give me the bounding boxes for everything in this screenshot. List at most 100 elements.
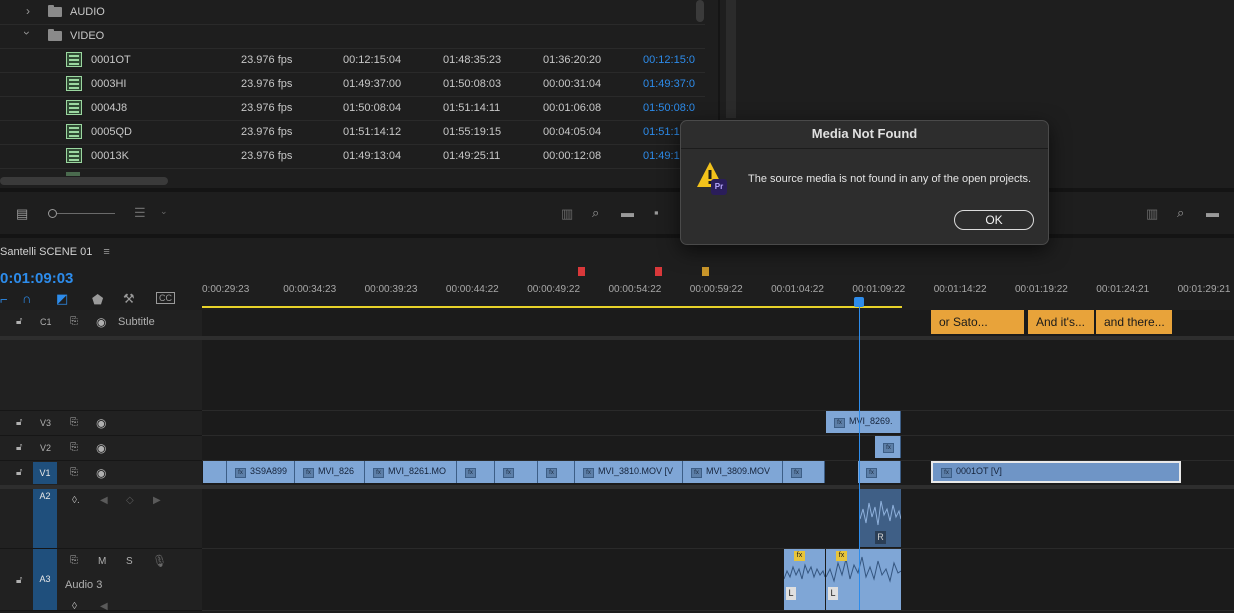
eye-icon[interactable]: ◉: [96, 441, 106, 455]
sync-lock-icon[interactable]: ⎘: [70, 316, 78, 327]
track-area-v3[interactable]: [202, 411, 1234, 436]
sync-lock-icon[interactable]: ⎘: [70, 467, 78, 478]
lock-icon[interactable]: 🔓︎: [16, 467, 22, 478]
offline-video-clip[interactable]: fx 0001OT [V]: [931, 461, 1181, 483]
solo-button[interactable]: S: [126, 556, 133, 567]
video-clip[interactable]: fx MVI_3809.MOV: [683, 461, 783, 483]
video-clip[interactable]: fx MVI_8261.MO: [365, 461, 457, 483]
video-clip[interactable]: fx MVI_3810.MOV [V: [575, 461, 683, 483]
zoom-slider-handle[interactable]: [48, 209, 57, 218]
eye-icon[interactable]: ◉: [96, 315, 106, 329]
eye-icon[interactable]: ◉: [96, 416, 106, 430]
captions-icon[interactable]: CC: [156, 292, 175, 304]
track-label[interactable]: A2: [33, 489, 57, 548]
track-label[interactable]: C1: [40, 317, 52, 327]
video-clip[interactable]: fx: [495, 461, 538, 483]
lock-icon[interactable]: 🔓︎: [16, 442, 22, 453]
horizontal-scrollbar[interactable]: [0, 177, 168, 185]
add-marker-icon[interactable]: ⬟: [92, 292, 103, 308]
video-clip[interactable]: fx MVI_826: [295, 461, 365, 483]
track-label[interactable]: A3: [33, 549, 57, 610]
sync-lock-icon[interactable]: ⎘: [70, 555, 78, 566]
snap-magnet-icon[interactable]: ∩: [22, 291, 31, 306]
video-clip[interactable]: fx 3S9A899: [227, 461, 295, 483]
search-icon[interactable]: ⌕: [592, 205, 599, 221]
list-item[interactable]: 0003HI 23.976 fps 01:49:37:00 01:50:08:0…: [0, 72, 705, 97]
sync-lock-icon[interactable]: ⎘: [70, 442, 78, 453]
track-area-a3[interactable]: [202, 549, 1234, 611]
mute-button[interactable]: M: [98, 556, 106, 567]
fx-badge-icon: fx: [691, 468, 702, 478]
list-item[interactable]: 0004J8 23.976 fps 01:50:08:04 01:51:14:1…: [0, 96, 705, 121]
audio-clip[interactable]: fx L: [825, 549, 902, 610]
vertical-scrollbar[interactable]: [696, 0, 704, 22]
video-clip[interactable]: fx: [457, 461, 495, 483]
list-item[interactable]: 00013K 23.976 fps 01:49:13:04 01:49:25:1…: [0, 144, 705, 169]
sequence-marker[interactable]: [702, 267, 709, 276]
next-keyframe-icon[interactable]: ▶: [153, 495, 161, 506]
linked-selection-icon[interactable]: ◩: [56, 291, 68, 307]
eye-icon[interactable]: ◉: [96, 466, 106, 480]
vertical-scrollbar[interactable]: [726, 0, 736, 118]
bin-icon[interactable]: ▥: [1146, 206, 1158, 222]
playhead-line[interactable]: [859, 306, 860, 610]
new-item-icon[interactable]: ▪: [654, 205, 659, 220]
video-clip[interactable]: fx: [783, 461, 825, 483]
lock-icon[interactable]: 🔓︎: [16, 417, 22, 428]
video-clip[interactable]: fx: [875, 436, 901, 458]
wrench-icon[interactable]: ⚒: [123, 291, 135, 307]
keyframe-icon[interactable]: ◊: [72, 601, 77, 612]
prev-keyframe-icon[interactable]: ◀: [100, 495, 108, 506]
track-label[interactable]: V2: [40, 443, 51, 453]
work-area-bar[interactable]: [202, 306, 902, 308]
new-bin-icon[interactable]: ▬: [621, 205, 634, 220]
audio-clip[interactable]: R: [859, 489, 902, 547]
sequence-icon: [66, 172, 80, 176]
new-bin-icon[interactable]: ▬: [1206, 205, 1219, 220]
track-label[interactable]: V3: [40, 418, 51, 428]
sequence-title: Santelli SCENE 01: [0, 246, 93, 258]
ok-button[interactable]: OK: [954, 210, 1034, 230]
search-icon[interactable]: ⌕: [1177, 205, 1184, 221]
video-clip[interactable]: fx: [538, 461, 575, 483]
prev-keyframe-icon[interactable]: ◀: [100, 601, 108, 612]
audio-clip[interactable]: fx L: [783, 549, 826, 610]
list-item[interactable]: 0005QD 23.976 fps 01:51:14:12 01:55:19:1…: [0, 120, 705, 145]
list-item[interactable]: 0001OT 23.976 fps 00:12:15:04 01:48:35:2…: [0, 48, 705, 73]
track-area-empty[interactable]: [202, 340, 1234, 411]
panel-menu-icon[interactable]: ≡: [103, 246, 109, 258]
video-clip[interactable]: fx: [858, 461, 901, 483]
sequence-marker[interactable]: [655, 267, 662, 276]
sequence-tab[interactable]: Santelli SCENE 01 ≡: [0, 246, 110, 258]
fx-badge-icon: fx: [941, 468, 952, 478]
microphone-icon[interactable]: 🎙︎: [152, 554, 167, 568]
playhead-timecode[interactable]: 0:01:09:03: [0, 270, 73, 287]
caption-clip[interactable]: and there...: [1096, 310, 1174, 334]
track-area-a2[interactable]: [202, 489, 1234, 549]
track-label[interactable]: V1: [33, 462, 57, 484]
caption-clip[interactable]: or Sato...: [931, 310, 1026, 334]
sync-lock-icon[interactable]: ⎘: [70, 417, 78, 428]
playhead-handle[interactable]: [854, 297, 864, 307]
lock-icon[interactable]: 🔓︎: [16, 316, 22, 327]
time-ruler[interactable]: 0:00:29:23 00:00:34:23 00:00:39:23 00:00:44…: [202, 278, 1234, 308]
folder-row-video[interactable]: › VIDEO: [0, 24, 705, 49]
bin-icon[interactable]: ▥: [561, 206, 573, 222]
clip-name: MVI_3810.MOV [V: [598, 466, 674, 476]
folder-row-audio[interactable]: › AUDIO: [0, 0, 705, 25]
keyframe-icon[interactable]: ◊.: [72, 495, 80, 506]
sort-icon[interactable]: ☰: [134, 205, 146, 221]
list-view-icon[interactable]: ▤: [16, 206, 28, 222]
caption-clip[interactable]: And it's...: [1028, 310, 1096, 334]
chevron-down-icon[interactable]: ›: [20, 31, 34, 35]
track-area-v2[interactable]: [202, 436, 1234, 461]
add-keyframe-icon[interactable]: ◇: [126, 495, 134, 506]
chevron-down-icon[interactable]: ⌄: [160, 206, 168, 217]
insert-icon[interactable]: ⌐: [0, 292, 8, 307]
lock-icon[interactable]: 🔓︎: [16, 575, 22, 586]
chevron-right-icon[interactable]: ›: [26, 4, 30, 18]
video-clip[interactable]: fx MVI_8269.: [826, 411, 901, 433]
zoom-slider[interactable]: [57, 213, 115, 214]
video-clip[interactable]: [203, 461, 227, 483]
sequence-marker[interactable]: [578, 267, 585, 276]
